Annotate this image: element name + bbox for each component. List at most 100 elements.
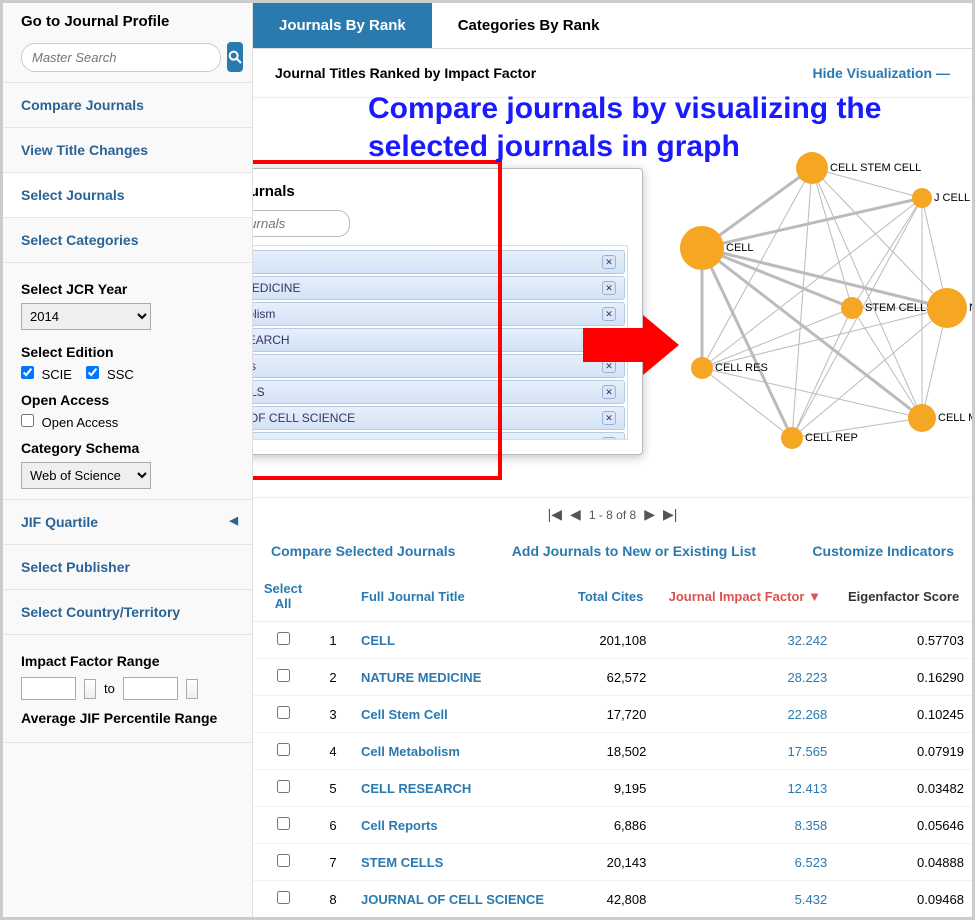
category-schema-select[interactable]: Web of Science (21, 462, 151, 489)
row-eigen: 0.03482 (835, 770, 972, 807)
row-select-checkbox[interactable] (277, 891, 290, 904)
remove-icon[interactable]: ✕ (602, 281, 616, 295)
col-select-all[interactable]: Select All (253, 571, 313, 622)
row-select-checkbox[interactable] (277, 669, 290, 682)
tab-categories-by-rank[interactable]: Categories By Rank (432, 3, 626, 48)
nav-view-title-changes[interactable]: View Title Changes (3, 128, 252, 173)
nav-select-journals[interactable]: Select Journals (3, 173, 252, 218)
row-title-link[interactable]: JOURNAL OF CELL SCIENCE (353, 881, 567, 918)
row-eigen: 0.57703 (835, 622, 972, 659)
ssci-checkbox-label[interactable]: SSC (86, 367, 133, 382)
row-select-checkbox[interactable] (277, 780, 290, 793)
nav-select-categories-label: Select Categories (21, 232, 139, 248)
table-row: 6Cell Reports6,8868.3580.05646 (253, 807, 972, 844)
table-row: 2NATURE MEDICINE62,57228.2230.16290 (253, 659, 972, 696)
row-title-link[interactable]: Cell Metabolism (353, 733, 567, 770)
row-title-link[interactable]: NATURE MEDICINE (353, 659, 567, 696)
graph-node[interactable] (691, 357, 713, 379)
edition-label: Select Edition (21, 344, 234, 360)
open-access-checkbox-label[interactable]: Open Access (21, 415, 118, 430)
popup-journal-item[interactable]: NATURE MEDICINE✕ (253, 276, 625, 300)
popup-journal-item[interactable]: Cell Stem Cell✕ (253, 432, 625, 440)
nav-select-categories[interactable]: Select Categories (3, 218, 252, 263)
col-jif[interactable]: Journal Impact Factor ▼ (654, 571, 835, 622)
jcr-year-select[interactable]: 2014 (21, 303, 151, 330)
row-cites: 18,502 (567, 733, 655, 770)
if-range-min[interactable] (21, 677, 76, 700)
popup-journal-item[interactable]: Cell Metabolism✕ (253, 302, 625, 326)
graph-node[interactable] (908, 404, 936, 432)
table-row: 5CELL RESEARCH9,19512.4130.03482 (253, 770, 972, 807)
pager-first-icon[interactable]: |◀ (548, 506, 562, 523)
row-title-link[interactable]: Cell Reports (353, 807, 567, 844)
popup-journal-item[interactable]: JOURNAL OF CELL SCIENCE✕ (253, 406, 625, 430)
graph-node-label: STEM CELLS (865, 302, 933, 314)
graph-node-label: NAT M (969, 302, 972, 314)
row-title-link[interactable]: CELL (353, 622, 567, 659)
add-journals-link[interactable]: Add Journals to New or Existing List (512, 543, 756, 559)
customize-indicators-link[interactable]: Customize Indicators (812, 543, 954, 559)
network-graph[interactable]: CELL STEM CELLJ CELL SCICELLSTEM CELLSNA… (662, 148, 972, 468)
graph-node[interactable] (680, 226, 724, 270)
row-select-checkbox[interactable] (277, 632, 290, 645)
table-row: 8JOURNAL OF CELL SCIENCE42,8085.4320.094… (253, 881, 972, 918)
remove-icon[interactable]: ✕ (602, 255, 616, 269)
nav-compare-journals[interactable]: Compare Journals (3, 83, 252, 128)
row-rank: 7 (313, 844, 353, 881)
row-rank: 6 (313, 807, 353, 844)
row-eigen: 0.16290 (835, 659, 972, 696)
row-select-checkbox[interactable] (277, 706, 290, 719)
pager-last-icon[interactable]: ▶| (663, 506, 677, 523)
popup-search-input[interactable] (253, 210, 350, 237)
pager-next-icon[interactable]: ▶ (644, 506, 655, 523)
search-button[interactable] (227, 42, 243, 72)
ssci-checkbox[interactable] (86, 366, 99, 379)
remove-icon[interactable]: ✕ (602, 307, 616, 321)
if-range-max[interactable] (123, 677, 178, 700)
goto-journal-title: Go to Journal Profile (21, 13, 234, 30)
nav-select-publisher[interactable]: Select Publisher (3, 545, 252, 590)
row-eigen: 0.04888 (835, 844, 972, 881)
row-title-link[interactable]: STEM CELLS (353, 844, 567, 881)
open-access-checkbox[interactable] (21, 414, 34, 427)
remove-icon[interactable]: ✕ (602, 411, 616, 425)
hide-visualization-link[interactable]: Hide Visualization— (812, 65, 950, 81)
row-select-checkbox[interactable] (277, 817, 290, 830)
graph-node[interactable] (912, 188, 932, 208)
nav-view-title-changes-label: View Title Changes (21, 142, 148, 158)
scie-checkbox[interactable] (21, 366, 34, 379)
nav-jif-quartile[interactable]: JIF Quartile◀ (3, 500, 252, 545)
nav-select-country[interactable]: Select Country/Territory (3, 590, 252, 635)
popup-journal-item[interactable]: STEM CELLS✕ (253, 380, 625, 404)
if-min-dropdown[interactable] (84, 679, 96, 699)
row-title-link[interactable]: CELL RESEARCH (353, 770, 567, 807)
popup-journal-item[interactable]: CELL✕ (253, 250, 625, 274)
popup-list[interactable]: CELL✕NATURE MEDICINE✕Cell Metabolism✕CEL… (253, 245, 628, 440)
graph-node[interactable] (841, 297, 863, 319)
row-select-checkbox[interactable] (277, 743, 290, 756)
col-title[interactable]: Full Journal Title (353, 571, 567, 622)
remove-icon[interactable]: ✕ (602, 385, 616, 399)
row-title-link[interactable]: Cell Stem Cell (353, 696, 567, 733)
remove-icon[interactable]: ✕ (602, 437, 616, 440)
row-cites: 20,143 (567, 844, 655, 881)
master-search-input[interactable] (21, 43, 221, 72)
compare-selected-link[interactable]: Compare Selected Journals (271, 543, 455, 559)
popup-journal-item[interactable]: Cell Reports✕ (253, 354, 625, 378)
search-journals-popup: Search Journals CELL✕NATURE MEDICINE✕Cel… (253, 168, 643, 455)
scie-checkbox-label[interactable]: SCIE (21, 367, 72, 382)
graph-node[interactable] (927, 288, 967, 328)
col-cites[interactable]: Total Cites (567, 571, 655, 622)
row-select-checkbox[interactable] (277, 854, 290, 867)
col-eigen[interactable]: Eigenfactor Score (835, 571, 972, 622)
row-cites: 42,808 (567, 881, 655, 918)
if-max-dropdown[interactable] (186, 679, 198, 699)
tab-journals-by-rank[interactable]: Journals By Rank (253, 3, 432, 48)
tabs: Journals By Rank Categories By Rank (253, 3, 972, 49)
graph-node-label: CELL RES (715, 362, 768, 374)
jcr-year-label: Select JCR Year (21, 281, 234, 297)
avg-jif-label: Average JIF Percentile Range (21, 710, 234, 726)
popup-journal-item[interactable]: CELL RESEARCH✕ (253, 328, 625, 352)
graph-node[interactable] (781, 427, 803, 449)
pager-prev-icon[interactable]: ◀ (570, 506, 581, 523)
